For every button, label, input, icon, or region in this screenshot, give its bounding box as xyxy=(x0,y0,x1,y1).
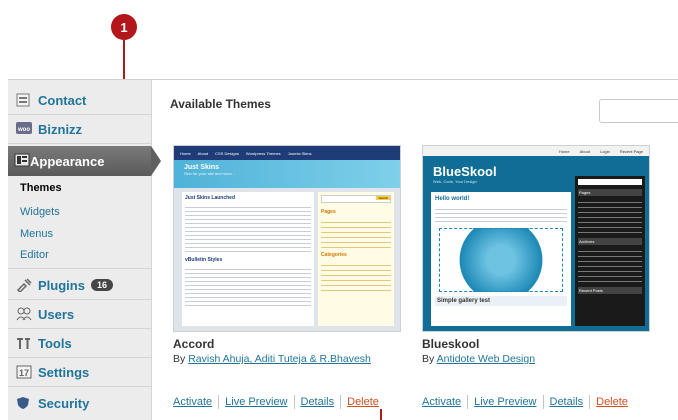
preview-text-lines xyxy=(185,266,311,306)
preview-nav-item: CSS Designs xyxy=(215,150,239,156)
preview-widget-title: Pages xyxy=(578,189,642,196)
preview-post-title: vBulletin Styles xyxy=(185,257,223,263)
plugins-update-count: 16 xyxy=(90,279,113,291)
theme-author-accord: By Ravish Ahuja, Aditi Tuteja & R.Bhaves… xyxy=(173,353,371,365)
author-link[interactable]: Ravish Ahuja, Aditi Tuteja & R.Bhavesh xyxy=(188,353,371,365)
preview-nav-item: Wordpress Themes xyxy=(245,150,281,156)
sidebar-item-security[interactable]: Security xyxy=(8,389,151,417)
preview-header: Just Skins Skin for your site and more .… xyxy=(174,160,400,188)
preview-post-title: Just Skins Launched xyxy=(185,195,236,201)
callout-line-delete xyxy=(380,409,382,420)
divider xyxy=(293,395,295,409)
preview-search xyxy=(578,179,642,185)
preview-nav-item: Home xyxy=(180,150,191,156)
preview-nav: Home About Login Recent Page xyxy=(423,146,649,156)
theme-name-blueskool: Blueskool xyxy=(422,337,480,351)
preview-widget-title: Pages xyxy=(321,209,336,215)
live-preview-link[interactable]: Live Preview xyxy=(225,396,287,408)
preview-sidebar: Pages Archives Recent Posts xyxy=(575,176,645,326)
preview-header-title: Just Skins xyxy=(184,164,220,171)
preview-widget-title: Archives xyxy=(578,238,642,245)
divider xyxy=(218,395,220,409)
preview-nav: Home About CSS Designs Wordpress Themes … xyxy=(174,146,400,160)
preview-content: Hello world! Simple gallery test xyxy=(431,192,571,326)
preview-text-lines xyxy=(435,206,567,224)
preview-nav-item: Joomla Skins xyxy=(287,150,312,156)
svg-text:woo: woo xyxy=(17,127,30,133)
svg-text:17: 17 xyxy=(19,368,29,378)
plugins-icon xyxy=(16,278,32,294)
preview-text-lines xyxy=(185,204,311,254)
preview-nav-item: Recent Page xyxy=(619,148,643,154)
current-menu-arrow xyxy=(151,146,161,176)
theme-actions-accord: Activate Live Preview Details Delete xyxy=(173,395,379,409)
preview-nav-item: About xyxy=(579,148,591,154)
contact-icon xyxy=(16,93,32,107)
delete-link[interactable]: Delete xyxy=(347,396,379,408)
admin-sidebar: Contact woo Biznizz Appearance Themes Wi… xyxy=(8,80,161,420)
theme-actions-blueskool: Activate Live Preview Details Delete xyxy=(422,395,628,409)
preview-widget-list xyxy=(578,198,642,236)
author-link[interactable]: Antidote Web Design xyxy=(437,353,535,365)
theme-screenshot-accord[interactable]: Home About CSS Designs Wordpress Themes … xyxy=(173,145,401,332)
author-prefix: By xyxy=(422,353,435,365)
preview-illustration xyxy=(439,228,563,292)
sidebar-item-plugins[interactable]: Plugins 16 xyxy=(8,271,151,299)
divider xyxy=(589,395,591,409)
activate-link[interactable]: Activate xyxy=(422,396,461,408)
preview-content: Just Skins Launched vBulletin Styles xyxy=(182,192,314,326)
live-preview-link[interactable]: Live Preview xyxy=(474,396,536,408)
callout-number: 1 xyxy=(111,14,137,40)
preview-search-button: Search xyxy=(376,196,390,200)
submenu-widgets[interactable]: Widgets xyxy=(20,206,60,218)
preview-search: Search xyxy=(321,195,391,203)
tools-icon xyxy=(16,336,32,350)
theme-screenshot-blueskool[interactable]: Home About Login Recent Page BlueSkool W… xyxy=(422,145,650,332)
page-title: Available Themes xyxy=(170,97,271,111)
security-icon xyxy=(16,396,32,410)
sidebar-item-users[interactable]: Users xyxy=(8,300,151,328)
users-icon xyxy=(16,307,32,321)
sidebar-item-contact[interactable]: Contact xyxy=(8,86,151,114)
preview-widget-title: Categories xyxy=(321,252,347,258)
submenu-themes[interactable]: Themes xyxy=(20,182,62,194)
theme-search-input[interactable] xyxy=(599,99,678,123)
author-prefix: By xyxy=(173,353,186,365)
preview-widget-list xyxy=(578,247,642,285)
details-link[interactable]: Details xyxy=(301,396,335,408)
divider xyxy=(542,395,544,409)
preview-post-title: Simple gallery test xyxy=(435,296,567,306)
divider xyxy=(340,395,342,409)
theme-name-accord: Accord xyxy=(173,337,215,351)
activate-link[interactable]: Activate xyxy=(173,396,212,408)
preview-widget-list xyxy=(321,261,391,291)
sidebar-item-biznizz[interactable]: woo Biznizz xyxy=(8,115,151,143)
sidebar-item-tools[interactable]: Tools xyxy=(8,329,151,357)
preview-widget-title: Recent Posts xyxy=(578,287,642,294)
submenu-menus[interactable]: Menus xyxy=(20,228,53,240)
theme-author-blueskool: By Antidote Web Design xyxy=(422,353,535,365)
woo-icon: woo xyxy=(16,122,32,136)
preview-header-sub: Skin for your site and more ... xyxy=(184,171,237,176)
submenu-editor[interactable]: Editor xyxy=(20,249,49,261)
appearance-icon xyxy=(14,153,30,170)
delete-link[interactable]: Delete xyxy=(596,396,628,408)
settings-icon: 17 xyxy=(16,365,32,379)
divider xyxy=(467,395,469,409)
preview-nav-item: About xyxy=(197,150,209,156)
sidebar-item-appearance[interactable]: Appearance xyxy=(8,146,161,176)
sidebar-item-settings[interactable]: 17 Settings xyxy=(8,358,151,386)
preview-post-title: Hello world! xyxy=(435,196,470,202)
preview-nav-item: Login xyxy=(600,148,610,154)
details-link[interactable]: Details xyxy=(550,396,584,408)
preview-sidebar: Search Pages Categories xyxy=(318,192,394,326)
preview-nav-item: Home xyxy=(558,148,570,154)
preview-widget-list xyxy=(321,218,391,248)
